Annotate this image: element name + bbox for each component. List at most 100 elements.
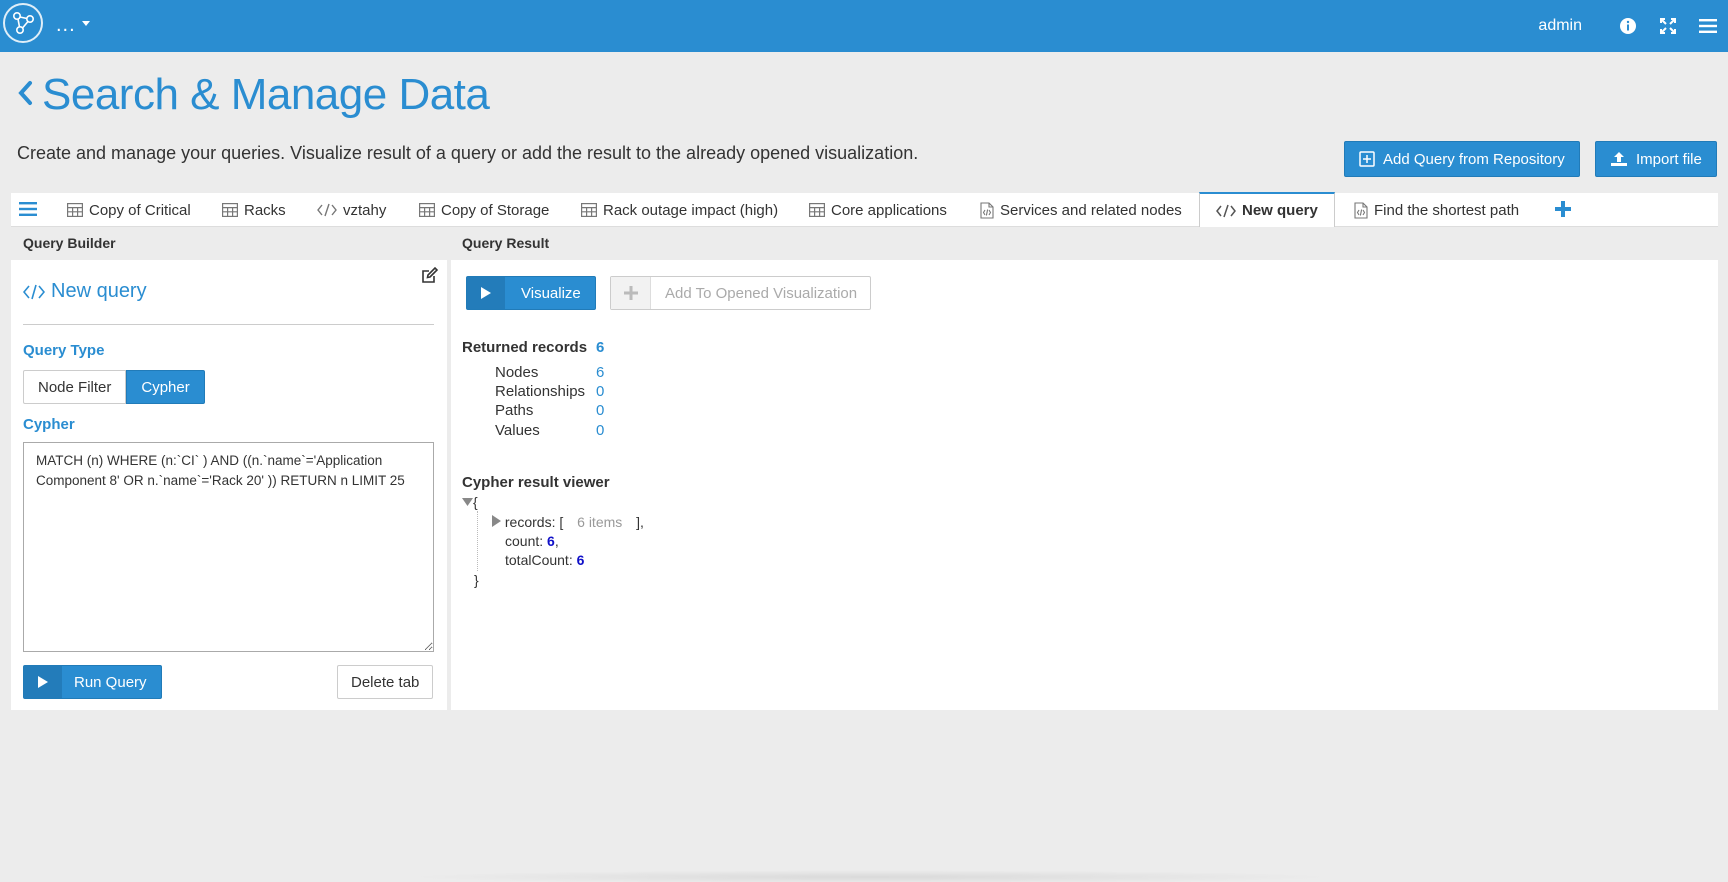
nodes-label: Nodes — [495, 364, 539, 381]
json-totalcount-row: totalCount: 6 — [505, 552, 584, 568]
tab-core-applications[interactable]: Core applications — [809, 193, 947, 227]
paths-label: Paths — [495, 402, 534, 419]
top-right-toolbar: admin — [1538, 0, 1728, 52]
bottom-shadow — [400, 870, 1340, 882]
tab-label: Services and related nodes — [1000, 201, 1182, 219]
tab-find-the-shortest-path[interactable]: Find the shortest path — [1354, 193, 1519, 227]
plus-icon — [611, 277, 651, 309]
json-totalcount-key: totalCount: — [505, 552, 577, 568]
add-query-label: Add Query from Repository — [1383, 150, 1565, 168]
query-builder-panel: Query Builder New query Query Type Node … — [11, 228, 447, 710]
app-logo-icon[interactable] — [3, 3, 43, 43]
tab-vztahy[interactable]: vztahy — [317, 193, 386, 227]
add-to-opened-visualization-button[interactable]: Add To Opened Visualization — [610, 276, 872, 310]
values-label: Values — [495, 422, 540, 439]
info-icon[interactable] — [1608, 0, 1648, 52]
code-file-icon — [980, 201, 994, 219]
visualize-label: Visualize — [521, 284, 581, 302]
node-filter-option[interactable]: Node Filter — [23, 370, 127, 404]
paths-count: 0 — [596, 402, 605, 419]
json-count-tail: , — [554, 533, 559, 549]
tab-copy-of-storage[interactable]: Copy of Storage — [419, 193, 549, 227]
back-chevron-icon[interactable] — [16, 79, 34, 112]
query-result-panel: Query Result Visualize Add To Opened Vis… — [451, 228, 1718, 710]
json-indent-guide — [477, 511, 478, 571]
cypher-query-textarea[interactable]: MATCH (n) WHERE (n:`CI` ) AND ((n.`name`… — [23, 442, 434, 652]
query-type-label: Query Type — [23, 342, 105, 359]
json-close-brace: } — [474, 572, 479, 588]
tab-racks[interactable]: Racks — [222, 193, 286, 227]
tab-label: Rack outage impact (high) — [603, 201, 779, 219]
json-count-value: 6 — [547, 533, 555, 549]
caret-down-icon — [81, 21, 90, 26]
visualize-button[interactable]: Visualize — [466, 276, 596, 310]
json-records-row[interactable]: records: [ 6 items ], — [492, 514, 644, 530]
page-title: Search & Manage Data — [42, 70, 490, 119]
relationships-label: Relationships — [495, 383, 586, 400]
tab-label: Copy of Critical — [89, 201, 191, 219]
user-name[interactable]: admin — [1538, 17, 1582, 35]
query-builder-header: Query Builder — [11, 228, 447, 260]
edit-name-icon[interactable] — [421, 266, 439, 289]
table-icon — [222, 203, 238, 217]
add-to-opened-visualization-label: Add To Opened Visualization — [665, 284, 858, 302]
json-records-close: ], — [636, 514, 644, 530]
query-name[interactable]: New query — [23, 280, 147, 303]
tab-list-menu-icon[interactable] — [19, 201, 37, 222]
cypher-option[interactable]: Cypher — [126, 370, 205, 404]
code-icon — [1216, 204, 1236, 217]
project-menu-label: ... — [56, 14, 76, 36]
table-icon — [419, 203, 435, 217]
add-tab-plus-icon[interactable] — [1554, 200, 1572, 223]
page-header: Search & Manage Data — [16, 70, 490, 120]
returned-records-label: Returned records — [462, 339, 588, 356]
code-icon — [23, 284, 45, 299]
run-query-label: Run Query — [74, 673, 147, 691]
delete-tab-button[interactable]: Delete tab — [337, 665, 434, 699]
query-tab-strip: Copy of Critical Racks vztahy Copy of St… — [11, 192, 1718, 227]
fullscreen-icon[interactable] — [1648, 0, 1688, 52]
divider — [23, 324, 434, 325]
nodes-count: 6 — [596, 364, 605, 381]
tab-label: Racks — [244, 201, 286, 219]
query-name-label: New query — [51, 280, 147, 302]
import-file-button[interactable]: Import file — [1595, 141, 1717, 177]
triangle-right-icon — [492, 515, 501, 527]
query-type-toggle: Node Filter Cypher — [23, 370, 205, 404]
json-totalcount-value: 6 — [576, 552, 585, 568]
json-records-key: records: [ — [504, 514, 564, 530]
hamburger-menu-icon[interactable] — [1688, 0, 1728, 52]
upload-icon — [1611, 152, 1627, 166]
tab-copy-of-critical[interactable]: Copy of Critical — [67, 193, 191, 227]
tab-label: vztahy — [343, 201, 387, 219]
tab-label: Find the shortest path — [1374, 201, 1520, 219]
json-count-row: count: 6, — [505, 533, 559, 549]
table-icon — [809, 203, 825, 217]
cypher-result-viewer-title: Cypher result viewer — [462, 474, 610, 491]
plus-square-icon — [1359, 151, 1375, 167]
tab-new-query[interactable]: New query — [1199, 192, 1335, 227]
values-count: 0 — [596, 422, 605, 439]
project-menu-dropdown[interactable]: ... — [56, 14, 90, 37]
code-file-icon — [1354, 201, 1368, 219]
top-bar: ... admin — [0, 0, 1728, 52]
import-file-label: Import file — [1636, 150, 1702, 168]
json-count-key: count: — [505, 533, 548, 549]
code-icon — [317, 203, 337, 217]
triangle-down-icon — [462, 498, 473, 506]
tab-label: Copy of Storage — [441, 201, 550, 219]
json-records-count: 6 items — [577, 514, 623, 530]
cypher-label: Cypher — [23, 416, 75, 433]
play-icon — [467, 277, 505, 309]
tab-label: New query — [1242, 202, 1318, 219]
relationships-count: 0 — [596, 383, 605, 400]
run-query-button[interactable]: Run Query — [23, 665, 162, 699]
tab-label: Core applications — [831, 201, 947, 219]
json-root-toggle[interactable]: { — [462, 494, 478, 510]
tab-services-and-related-nodes[interactable]: Services and related nodes — [980, 193, 1182, 227]
add-query-from-repository-button[interactable]: Add Query from Repository — [1344, 141, 1580, 177]
play-icon — [24, 666, 62, 698]
query-result-header: Query Result — [451, 228, 1718, 260]
table-icon — [67, 203, 83, 217]
tab-rack-outage-impact[interactable]: Rack outage impact (high) — [581, 193, 778, 227]
